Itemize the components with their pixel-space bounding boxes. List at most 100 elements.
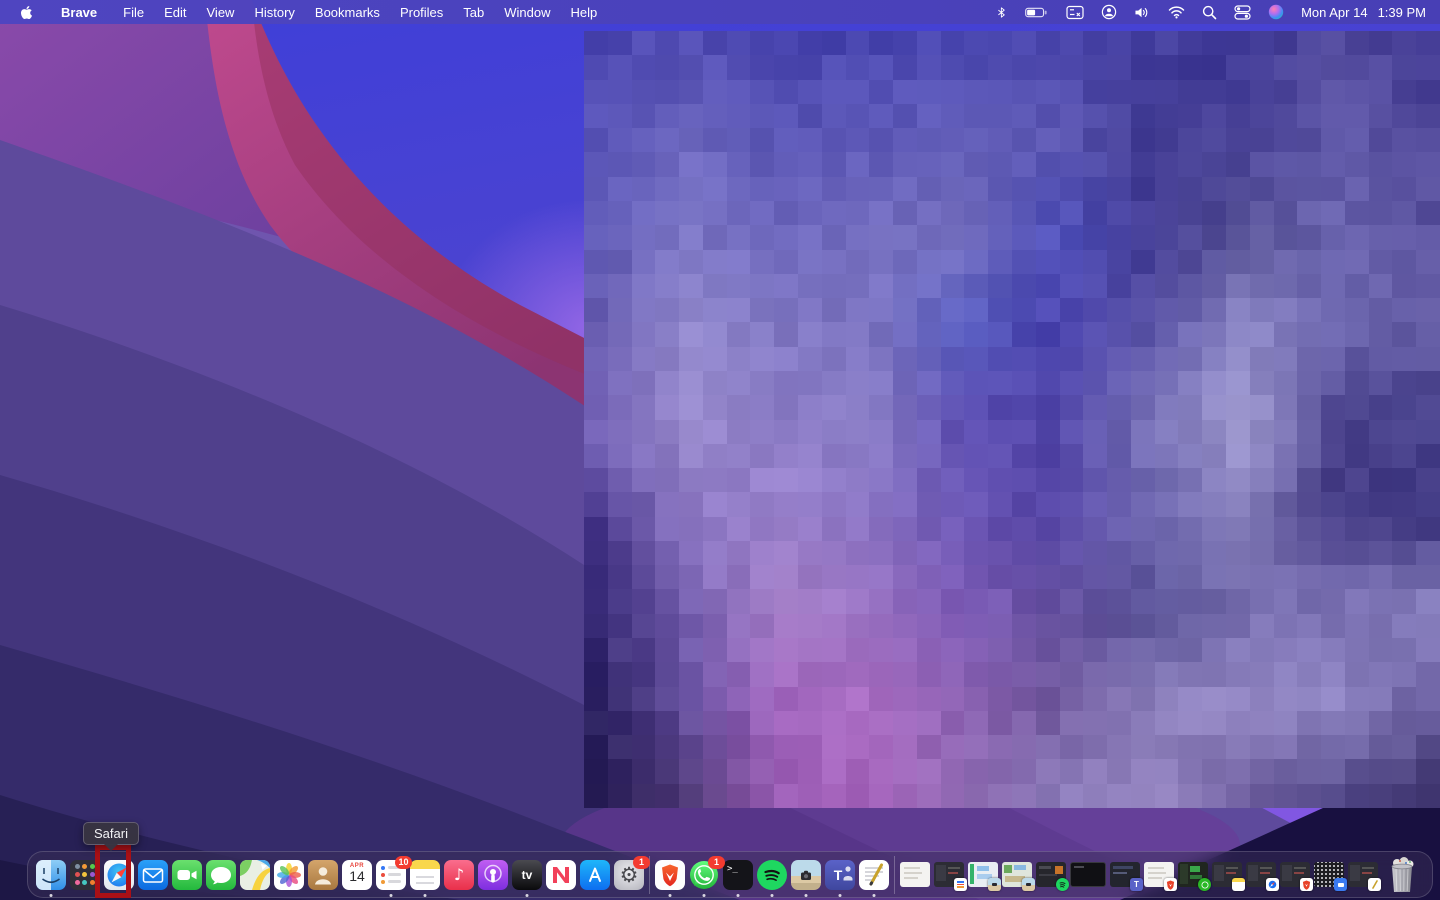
menu-window[interactable]: Window — [494, 5, 560, 20]
dock-item-contacts[interactable] — [308, 859, 338, 890]
minimized-window-keyboard-viewer-window[interactable] — [1314, 862, 1347, 891]
blur-pixel — [1321, 613, 1345, 639]
blur-pixel — [1297, 128, 1322, 153]
dock-item-textedit[interactable] — [859, 859, 889, 897]
blur-pixel — [1416, 759, 1440, 784]
blur-pixel — [1226, 686, 1250, 711]
blur-pixel — [869, 273, 894, 299]
blur-pixel — [1249, 298, 1274, 323]
blur-pixel — [1178, 152, 1203, 177]
window-manager-icon[interactable] — [1066, 5, 1084, 20]
blur-pixel — [1321, 710, 1345, 736]
blur-pixel — [1297, 565, 1322, 590]
blur-pixel — [1392, 565, 1417, 590]
minimized-window-screenshot-window[interactable] — [1002, 862, 1035, 891]
dock-item-appstore[interactable] — [580, 859, 610, 890]
minimized-window-screenshot-window[interactable] — [968, 862, 1001, 891]
siri-icon[interactable] — [1268, 4, 1284, 20]
minimized-window-textedit-window[interactable] — [1348, 862, 1381, 891]
minimized-window-notes-window[interactable] — [1212, 862, 1245, 891]
dock-item-brave[interactable] — [655, 859, 685, 897]
dock-item-teams[interactable]: T — [825, 859, 855, 897]
blur-pixel — [988, 225, 1012, 250]
blur-pixel — [702, 759, 727, 784]
user-account-icon[interactable] — [1101, 4, 1117, 20]
minimized-window-whatsapp-window[interactable] — [1178, 862, 1211, 891]
blur-pixel — [1059, 176, 1084, 201]
dock-item-photos[interactable] — [274, 859, 304, 890]
minimized-window-teams-window[interactable]: T — [1110, 862, 1143, 891]
blur-pixel — [1273, 225, 1298, 250]
blur-pixel — [1130, 686, 1155, 711]
blur-pixel — [655, 128, 680, 153]
blur-pixel — [1249, 322, 1274, 347]
blur-pixel — [1083, 589, 1108, 614]
minimized-window-reminders-window[interactable] — [934, 862, 967, 891]
dock-item-screenshot[interactable] — [791, 859, 821, 897]
blur-pixel — [1273, 200, 1298, 226]
wifi-icon[interactable] — [1168, 5, 1185, 19]
minimized-window-spotify-window[interactable] — [1036, 862, 1069, 891]
blur-pixel — [702, 103, 727, 129]
volume-icon[interactable] — [1134, 5, 1151, 20]
blurred-window-region[interactable] — [584, 31, 1440, 808]
blur-pixel — [845, 686, 870, 711]
menu-view[interactable]: View — [197, 5, 245, 20]
apple-menu[interactable] — [20, 5, 33, 20]
dock-item-mail[interactable] — [138, 859, 168, 890]
blur-pixel — [750, 298, 775, 323]
dock-item-settings[interactable]: ⚙ 1 — [614, 855, 650, 890]
menu-tab[interactable]: Tab — [453, 5, 494, 20]
blur-pixel — [1344, 686, 1369, 711]
dock-item-finder[interactable] — [36, 859, 66, 897]
blur-pixel — [1107, 613, 1131, 639]
menu-bookmarks[interactable]: Bookmarks — [305, 5, 390, 20]
menu-bar-clock[interactable]: Mon Apr 14 1:39 PM — [1301, 5, 1426, 20]
dock-item-notes[interactable] — [410, 859, 440, 897]
blur-pixel — [798, 249, 822, 274]
active-app-name[interactable]: Brave — [51, 5, 107, 20]
dock-item-facetime[interactable] — [172, 859, 202, 890]
dock-item-reminders[interactable]: 10 — [376, 855, 412, 897]
minimized-window-brave-document[interactable] — [1144, 862, 1177, 891]
blur-pixel — [798, 176, 822, 201]
dock-item-maps[interactable] — [240, 859, 270, 890]
blur-pixel — [702, 710, 727, 736]
menu-history[interactable]: History — [244, 5, 304, 20]
blur-pixel — [1035, 395, 1060, 420]
blur-pixel — [750, 31, 775, 56]
menu-file[interactable]: File — [113, 5, 154, 20]
spotlight-search-icon[interactable] — [1202, 5, 1217, 20]
trash-icon[interactable] — [1386, 856, 1418, 893]
control-center-icon[interactable] — [1234, 4, 1251, 20]
minimized-window-textedit-document[interactable] — [900, 862, 930, 887]
blur-pixel — [607, 370, 632, 396]
menu-help[interactable]: Help — [561, 5, 608, 20]
blur-pixel — [750, 103, 775, 129]
menu-profiles[interactable]: Profiles — [390, 5, 453, 20]
dock-item-spotify[interactable] — [757, 859, 787, 897]
menu-edit[interactable]: Edit — [154, 5, 196, 20]
blur-pixel — [631, 589, 656, 614]
dock-item-music[interactable]: ♪ — [444, 859, 474, 890]
dock-item-whatsapp[interactable]: 1 — [689, 855, 725, 897]
dock-item-calendar[interactable]: APR 14 — [342, 859, 372, 890]
bluetooth-icon[interactable] — [996, 5, 1007, 20]
blur-pixel — [1059, 346, 1084, 371]
minimized-window-brave-window[interactable] — [1280, 862, 1313, 891]
blur-pixel — [726, 638, 751, 663]
blur-pixel — [916, 565, 941, 590]
dock-item-terminal[interactable]: >_ — [723, 859, 753, 897]
dock-item-news[interactable] — [546, 859, 576, 890]
dock-item-tv[interactable]: tv — [512, 859, 542, 897]
blur-pixel — [774, 249, 798, 274]
blur-pixel — [702, 565, 727, 590]
dock-item-podcasts[interactable] — [478, 859, 508, 890]
minimized-window-safari-window[interactable] — [1246, 862, 1279, 891]
minimized-window-terminal-window[interactable] — [1070, 862, 1106, 887]
blur-pixel — [607, 152, 632, 177]
blur-pixel — [1107, 783, 1131, 808]
blur-pixel — [1368, 31, 1393, 56]
battery-icon[interactable] — [1024, 5, 1049, 20]
dock-item-messages[interactable] — [206, 859, 236, 890]
